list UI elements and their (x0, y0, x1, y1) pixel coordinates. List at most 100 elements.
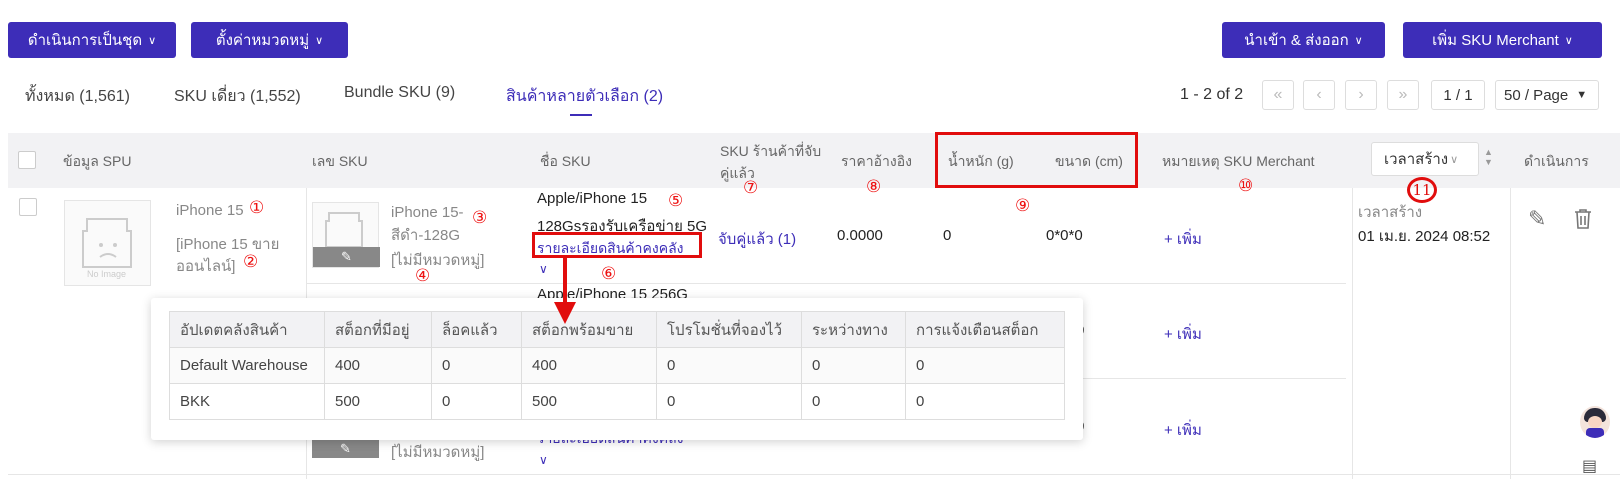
expand-chevron-icon[interactable]: ∨ (539, 453, 548, 467)
sku-category: [ไม่มีหมวดหมู่] (391, 444, 485, 461)
tab-multi-variant[interactable]: สินค้าหลายตัวเลือก (2) (506, 84, 663, 109)
annotation-marker-4: ④ (415, 266, 431, 286)
available-stock: 500 (324, 383, 432, 420)
col-reserved-promo: โปรโมชั่นที่จองไว้ (656, 311, 802, 348)
edit-image-button[interactable]: ✎ (312, 440, 379, 458)
first-page-button[interactable]: « (1262, 80, 1294, 110)
table-row: BKK 500 0 500 0 0 0 (169, 383, 1065, 420)
annotation-arrow (554, 256, 576, 324)
reference-price: 0.0000 (837, 227, 883, 244)
col-stock-alert: การแจ้งเตือนสต็อก (905, 311, 1065, 348)
tab-bundle-sku[interactable]: Bundle SKU (9) (344, 84, 455, 102)
active-tab-indicator (570, 114, 592, 116)
table-row: Default Warehouse 400 0 400 0 0 0 (169, 347, 1065, 384)
batch-actions-label: ดำเนินการเป็นชุด (27, 32, 143, 49)
ready-stock: 500 (521, 383, 657, 420)
col-divider (1510, 188, 1511, 479)
col-ready-stock: สต็อกพร้อมขาย (521, 311, 657, 348)
select-all-checkbox[interactable] (18, 151, 36, 169)
add-note-button[interactable]: + เพิ่ม (1164, 227, 1202, 251)
col-in-transit: ระหว่างทาง (801, 311, 906, 348)
chat-icon[interactable]: ▤ (1582, 456, 1597, 476)
no-image-label: No Image (87, 269, 127, 279)
annotation-marker-6: ⑥ (601, 264, 617, 284)
chevron-down-icon: ∨ (1354, 34, 1363, 47)
col-available-stock: สต็อกที่มีอยู่ (324, 311, 432, 348)
warehouse-name: BKK (169, 383, 325, 420)
sort-arrows-icon[interactable]: ▲ ▼ (1484, 147, 1493, 167)
annotation-marker-5: ⑤ (668, 191, 684, 211)
support-avatar[interactable] (1580, 406, 1610, 438)
col-sku-number: เลข SKU (312, 153, 368, 169)
category-settings-button[interactable]: ตั้งค่าหมวดหมู่ ∨ (191, 22, 348, 58)
last-page-button[interactable]: » (1387, 80, 1419, 110)
tab-single-sku[interactable]: SKU เดี่ยว (1,552) (174, 84, 301, 109)
inventory-link-highlight (532, 232, 702, 258)
no-image-icon (325, 212, 363, 248)
edit-image-button[interactable]: ✎ (313, 247, 380, 267)
row-divider (306, 283, 1346, 284)
col-locked: ล็อคแล้ว (431, 311, 522, 348)
col-spu-info: ข้อมูล SPU (63, 153, 132, 169)
ready-stock: 400 (521, 347, 657, 384)
col-store-sku-line1: SKU ร้านค้าที่จับ (720, 143, 822, 159)
spu-desc-line1: [iPhone 15 ขาย (176, 236, 280, 253)
category-settings-label: ตั้งค่าหมวดหมู่ (215, 32, 310, 49)
chevron-right-icon: › (1358, 86, 1364, 103)
inventory-detail-popup: อัปเดตคลังสินค้า สต็อกที่มีอยู่ ล็อคแล้ว… (151, 298, 1083, 440)
col-ref-price: ราคาอ้างอิง (841, 153, 912, 169)
annotation-marker-7: ⑦ (743, 178, 759, 198)
delete-icon[interactable] (1573, 208, 1593, 230)
row-checkbox[interactable] (19, 198, 37, 216)
pagination-count: 1 - 2 of 2 (1180, 86, 1244, 103)
weight-size-highlight (935, 132, 1138, 188)
stock-alert: 0 (905, 347, 1065, 384)
created-time-sort[interactable]: เวลาสร้าง ∨ (1371, 142, 1479, 176)
created-time-sort-label: เวลาสร้าง (1384, 151, 1449, 168)
add-note-button[interactable]: + เพิ่ม (1164, 322, 1202, 346)
annotation-marker-10: ⑩ (1238, 176, 1254, 196)
sku-code-line2: สีดำ-128G (391, 227, 461, 244)
col-warehouse: อัปเดตคลังสินค้า (169, 311, 325, 348)
page-number-input[interactable]: 1 / 1 (1431, 80, 1485, 110)
double-chevron-left-icon: « (1273, 86, 1283, 103)
spu-image-placeholder: No Image (64, 200, 151, 286)
avatar-face (1588, 416, 1602, 428)
next-page-button[interactable]: › (1345, 80, 1377, 110)
table-header: ข้อมูล SPU เลข SKU ชื่อ SKU SKU ร้านค้าท… (8, 133, 1620, 188)
edit-icon: ✎ (341, 249, 352, 264)
annotation-marker-2: ② (243, 252, 259, 272)
import-export-button[interactable]: นำเข้า & ส่งออก ∨ (1222, 22, 1385, 58)
chevron-down-icon: ∨ (148, 34, 157, 47)
sku-image-placeholder: ✎ (312, 202, 380, 268)
matched-store-sku-link[interactable]: จับคู่แล้ว (1) (718, 227, 796, 251)
col-divider (1352, 188, 1353, 479)
annotation-marker-11-label: 11 (1412, 181, 1432, 199)
annotation-marker-11: 11 (1407, 177, 1437, 203)
double-chevron-right-icon: » (1398, 86, 1408, 103)
chevron-down-icon: ∨ (1450, 153, 1459, 166)
page-size-select[interactable]: 50 / Page ▼ (1495, 80, 1599, 110)
add-note-button[interactable]: + เพิ่ม (1164, 418, 1202, 442)
expand-chevron-icon[interactable]: ∨ (539, 262, 548, 276)
stock-alert: 0 (905, 383, 1065, 420)
weight-value: 0 (943, 227, 952, 244)
tab-all[interactable]: ทั้งหมด (1,561) (25, 84, 130, 109)
annotation-marker-3: ③ (472, 208, 488, 228)
col-sku-name: ชื่อ SKU (540, 153, 591, 169)
created-time-label: เวลาสร้าง (1358, 204, 1423, 221)
import-export-label: นำเข้า & ส่งออก (1244, 32, 1349, 49)
size-value: 0*0*0 (1046, 227, 1083, 244)
prev-page-button[interactable]: ‹ (1303, 80, 1335, 110)
col-actions: ดำเนินการ (1524, 153, 1589, 169)
chevron-down-icon: ▼ (1576, 89, 1588, 101)
chevron-down-icon: ∨ (315, 34, 324, 47)
sku-category: [ไม่มีหมวดหมู่] (391, 252, 485, 269)
add-sku-merchant-button[interactable]: เพิ่ม SKU Merchant ∨ (1403, 22, 1602, 58)
annotation-marker-8: ⑧ (866, 177, 882, 197)
sku-code-line1: iPhone 15- (391, 204, 464, 221)
inventory-table-header: อัปเดตคลังสินค้า สต็อกที่มีอยู่ ล็อคแล้ว… (169, 311, 1065, 348)
batch-actions-button[interactable]: ดำเนินการเป็นชุด ∨ (8, 22, 176, 58)
edit-icon[interactable]: ✎ (1528, 206, 1546, 232)
edit-icon: ✎ (340, 441, 351, 456)
